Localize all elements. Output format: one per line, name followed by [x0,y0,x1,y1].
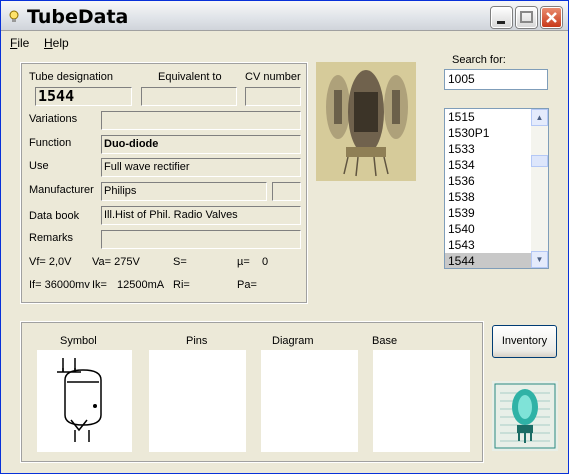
ik-label: Ik= [92,279,107,291]
function-label: Function [29,137,72,149]
menu-file[interactable]: File [10,36,29,50]
function-field[interactable]: Duo-diode [101,135,301,154]
search-label: Search for: [452,54,506,66]
base-image [373,350,470,452]
app-logo [492,381,558,451]
cv-field[interactable] [245,87,301,106]
minimize-icon [497,21,505,24]
mu-label: µ= [237,256,250,268]
menu-help-label: Help [44,36,69,50]
remarks-field[interactable] [101,230,301,249]
details-panel: Tube designation Equivalent to CV number… [20,62,308,304]
diagram-label: Diagram [272,335,314,347]
list-scrollbar[interactable]: ▲ ▼ [531,109,548,268]
title-bar: TubeData [1,1,568,31]
manufacturer-extra-field[interactable] [272,182,301,201]
scroll-up-button[interactable]: ▲ [531,109,548,126]
pins-image [149,350,246,452]
designation-field[interactable]: 1544 [35,87,132,106]
close-button[interactable] [541,7,562,28]
ik-value: 12500mA [117,279,165,291]
minimize-button[interactable] [491,7,512,28]
lightbulb-icon [9,10,19,22]
manufacturer-field[interactable]: Philips [101,182,267,201]
tube-logo-icon [492,381,558,451]
cv-label: CV number [245,71,301,83]
scroll-thumb[interactable] [531,155,548,167]
variations-field[interactable] [101,111,301,130]
main-window: TubeData File Help Tube designation Equi… [0,0,569,474]
if-value: If= 36000mv [29,279,90,291]
remarks-label: Remarks [29,232,74,244]
maximize-button[interactable] [516,7,537,28]
equivalent-label: Equivalent to [158,71,222,83]
search-input[interactable]: 1005 [444,69,548,90]
symbol-image [37,350,132,452]
equivalent-field[interactable] [141,87,237,106]
manufacturer-label: Manufacturer [29,184,94,196]
mu-value: 0 [262,256,269,268]
lower-panel: Symbol Pins Diagram Base [20,321,484,463]
pa-value: Pa= [237,279,257,291]
maximize-icon [520,11,533,23]
scroll-down-button[interactable]: ▼ [531,251,548,268]
tube-photo [316,62,416,181]
menu-file-label: File [10,36,30,50]
databook-label: Data book [29,210,80,222]
menu-help[interactable]: Help [44,36,69,50]
symbol-label: Symbol [60,335,97,347]
tube-listbox[interactable]: 1515 1530P1 1533 1534 1536 1538 1539 1540 1543 15… [444,108,549,269]
va-value: Va= 275V [92,256,140,268]
duo-diode-symbol-icon [57,358,102,442]
variations-label: Variations [29,113,78,125]
databook-field[interactable]: Ill.Hist of Phil. Radio Valves [101,206,301,225]
s-value: S= [173,256,187,268]
base-label: Base [372,335,398,347]
menu-bar: File Help [1,32,568,52]
designation-label: Tube designation [29,71,113,83]
use-field[interactable]: Full wave rectifier [101,158,301,177]
ri-value: Ri= [173,279,190,291]
vf-value: Vf= 2,0V [29,256,72,268]
window-title: TubeData [27,6,129,28]
use-label: Use [29,160,49,172]
tube-photo-image [316,62,416,181]
pins-label: Pins [186,335,208,347]
close-icon [546,12,557,23]
inventory-button[interactable]: Inventory [492,325,557,358]
diagram-image [261,350,358,452]
